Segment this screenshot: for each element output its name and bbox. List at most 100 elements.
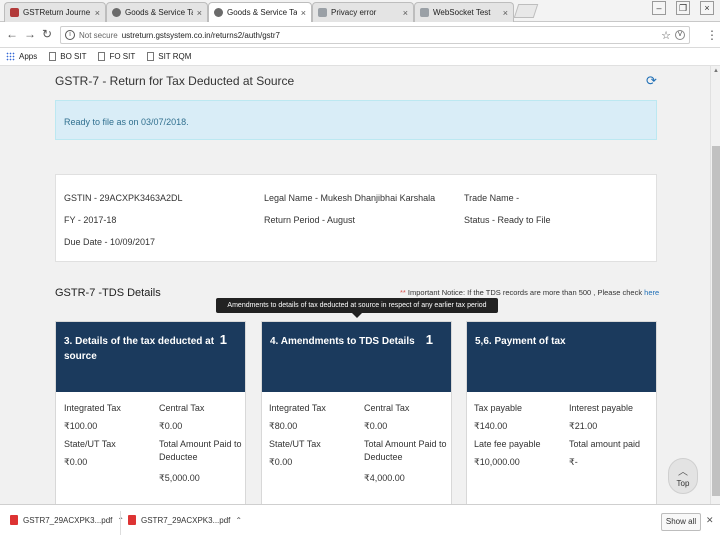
- scrollbar-thumb[interactable]: [712, 146, 720, 496]
- top-label: Top: [676, 479, 690, 488]
- tab-close-icon[interactable]: ×: [503, 8, 508, 18]
- security-label: Not secure: [79, 30, 118, 40]
- gstin-field: GSTIN - 29ACXPK3463A2DL: [64, 193, 183, 203]
- download-filename: GSTR7_29ACXPK3...pdf: [141, 515, 231, 525]
- tile-amendments[interactable]: 4. Amendments to TDS Details 1 Integrate…: [261, 321, 452, 504]
- close-downloads-icon[interactable]: ✕: [706, 515, 714, 526]
- show-all-downloads-button[interactable]: Show all: [661, 513, 701, 531]
- back-arrow-icon[interactable]: ←: [6, 27, 18, 41]
- apps-grid-icon: [6, 52, 15, 61]
- bookmark-bo-sit[interactable]: BO SIT: [49, 52, 86, 61]
- browser-menu-icon[interactable]: ⋮: [706, 28, 718, 42]
- page-favicon-icon: [420, 8, 429, 17]
- bookmark-apps[interactable]: Apps: [6, 52, 37, 61]
- page-scrollbar[interactable]: ▲: [710, 66, 720, 504]
- browser-tab-2[interactable]: Goods & Service Tax (G ×: [106, 2, 208, 22]
- refresh-icon[interactable]: ⟳: [646, 73, 657, 89]
- browser-tab-4[interactable]: Privacy error ×: [312, 2, 414, 22]
- late-fee-payable-value: ₹10,000.00: [474, 457, 520, 467]
- pdf-file-icon: [128, 515, 136, 525]
- address-bar[interactable]: i Not secure ustreturn.gstsystem.co.in/r…: [60, 26, 690, 44]
- interest-payable-label: Interest payable: [569, 403, 634, 413]
- bookmark-label: BO SIT: [60, 52, 87, 61]
- late-fee-payable-label: Late fee payable: [474, 439, 541, 449]
- total-paid-value: ₹5,000.00: [159, 473, 200, 483]
- bookmarks-bar: Apps BO SIT FO SIT SIT RQM: [0, 48, 720, 66]
- tab-close-icon[interactable]: ×: [403, 8, 408, 18]
- integrated-tax-value: ₹80.00: [269, 421, 298, 431]
- state-ut-tax-value: ₹0.00: [269, 457, 293, 467]
- due-date-field: Due Date - 10/09/2017: [64, 237, 156, 247]
- download-item-1[interactable]: GSTR7_29ACXPK3...pdf ⌃: [10, 515, 124, 525]
- integrated-tax-label: Integrated Tax: [64, 403, 121, 413]
- tax-payable-value: ₹140.00: [474, 421, 508, 431]
- tab-close-icon[interactable]: ×: [301, 8, 306, 18]
- tab-strip: GSTReturn Journe - Aq × Goods & Service …: [0, 0, 720, 22]
- bookmark-fo-sit[interactable]: FO SIT: [98, 52, 135, 61]
- page-icon: [49, 52, 57, 61]
- page-content: GSTR-7 - Return for Tax Deducted at Sour…: [0, 66, 710, 504]
- browser-tab-3-active[interactable]: Goods & Service Tax (GS ×: [208, 2, 312, 22]
- tile-header[interactable]: 5,6. Payment of tax: [467, 322, 656, 392]
- pdf-favicon-icon: [10, 8, 19, 17]
- browser-tab-title: GSTReturn Journe - Aq: [23, 8, 91, 17]
- page-title: GSTR-7 - Return for Tax Deducted at Sour…: [55, 74, 295, 88]
- tab-close-icon[interactable]: ×: [95, 8, 100, 18]
- scroll-up-icon[interactable]: ▲: [712, 68, 720, 74]
- browser-tab-title: Privacy error: [331, 8, 377, 17]
- close-window-button[interactable]: ×: [700, 1, 714, 15]
- bookmark-label: FO SIT: [109, 52, 136, 61]
- total-paid-label: Total Amount Paid to Deductee: [159, 439, 242, 462]
- tile-payment-of-tax[interactable]: 5,6. Payment of tax Tax payable ₹140.00 …: [466, 321, 657, 504]
- tile-header[interactable]: 3. Details of the tax deducted at source…: [56, 322, 245, 392]
- page-icon: [98, 52, 106, 61]
- tile-heading: 3. Details of the tax deducted at source: [64, 336, 215, 362]
- total-amount-paid-label: Total amount paid: [569, 439, 641, 449]
- tile-tax-deducted[interactable]: 3. Details of the tax deducted at source…: [55, 321, 246, 504]
- pdf-file-icon: [10, 515, 18, 525]
- minimize-button[interactable]: –: [652, 1, 666, 15]
- tax-payable-label: Tax payable: [474, 403, 523, 413]
- gov-emblem-favicon-icon: [112, 8, 121, 17]
- interest-payable-value: ₹21.00: [569, 421, 598, 431]
- state-ut-tax-value: ₹0.00: [64, 457, 88, 467]
- browser-tab-5[interactable]: WebSocket Test ×: [414, 2, 514, 22]
- forward-arrow-icon[interactable]: →: [24, 27, 36, 41]
- amendments-tooltip: Amendments to details of tax deducted at…: [216, 298, 498, 318]
- extension-icon[interactable]: V: [675, 30, 685, 40]
- total-amount-paid-value: ₹-: [569, 457, 578, 467]
- notice-here-link[interactable]: here: [644, 288, 659, 297]
- integrated-tax-label: Integrated Tax: [269, 403, 326, 413]
- maximize-button[interactable]: ❐: [676, 1, 690, 15]
- browser-toolbar: ← → ↻ i Not secure ustreturn.gstsystem.c…: [0, 22, 720, 48]
- important-notice: ** Important Notice: If the TDS records …: [400, 288, 659, 297]
- downloads-bar: GSTR7_29ACXPK3...pdf ⌃ GSTR7_29ACXPK3...…: [0, 504, 720, 540]
- return-period-field: Return Period - August: [264, 215, 356, 225]
- tile-heading: 5,6. Payment of tax: [475, 336, 566, 347]
- legal-name-field: Legal Name - Mukesh Dhanjibhai Karshala: [264, 193, 436, 203]
- info-icon[interactable]: i: [65, 30, 75, 40]
- tile-count-badge: 1: [219, 332, 227, 347]
- chevron-up-icon[interactable]: ⌃: [235, 516, 242, 525]
- url-text[interactable]: ustreturn.gstsystem.co.in/returns2/auth/…: [122, 31, 657, 40]
- trade-name-field: Trade Name -: [464, 193, 520, 203]
- browser-tab-title: WebSocket Test: [433, 8, 491, 17]
- state-ut-tax-label: State/UT Tax: [64, 439, 116, 449]
- browser-tab-title: Goods & Service Tax (GS: [227, 8, 297, 17]
- total-paid-value: ₹4,000.00: [364, 473, 405, 483]
- browser-tab-1[interactable]: GSTReturn Journe - Aq ×: [4, 2, 106, 22]
- central-tax-value: ₹0.00: [159, 421, 183, 431]
- back-to-top-button[interactable]: ︿ Top: [668, 458, 698, 494]
- download-separator: [120, 511, 121, 535]
- tile-header[interactable]: 4. Amendments to TDS Details 1: [262, 322, 451, 392]
- bookmark-sit-rqm[interactable]: SIT RQM: [147, 52, 191, 61]
- download-item-2[interactable]: GSTR7_29ACXPK3...pdf ⌃: [128, 515, 242, 525]
- new-tab-button[interactable]: [513, 4, 539, 18]
- chevron-up-icon: ︿: [678, 467, 688, 478]
- bookmark-star-icon[interactable]: ☆: [661, 29, 671, 42]
- tab-close-icon[interactable]: ×: [197, 8, 202, 18]
- tds-details-heading: GSTR-7 -TDS Details: [55, 287, 161, 299]
- bookmark-label: Apps: [19, 52, 38, 61]
- financial-year-field: FY - 2017-18: [64, 215, 117, 225]
- reload-icon[interactable]: ↻: [42, 27, 52, 41]
